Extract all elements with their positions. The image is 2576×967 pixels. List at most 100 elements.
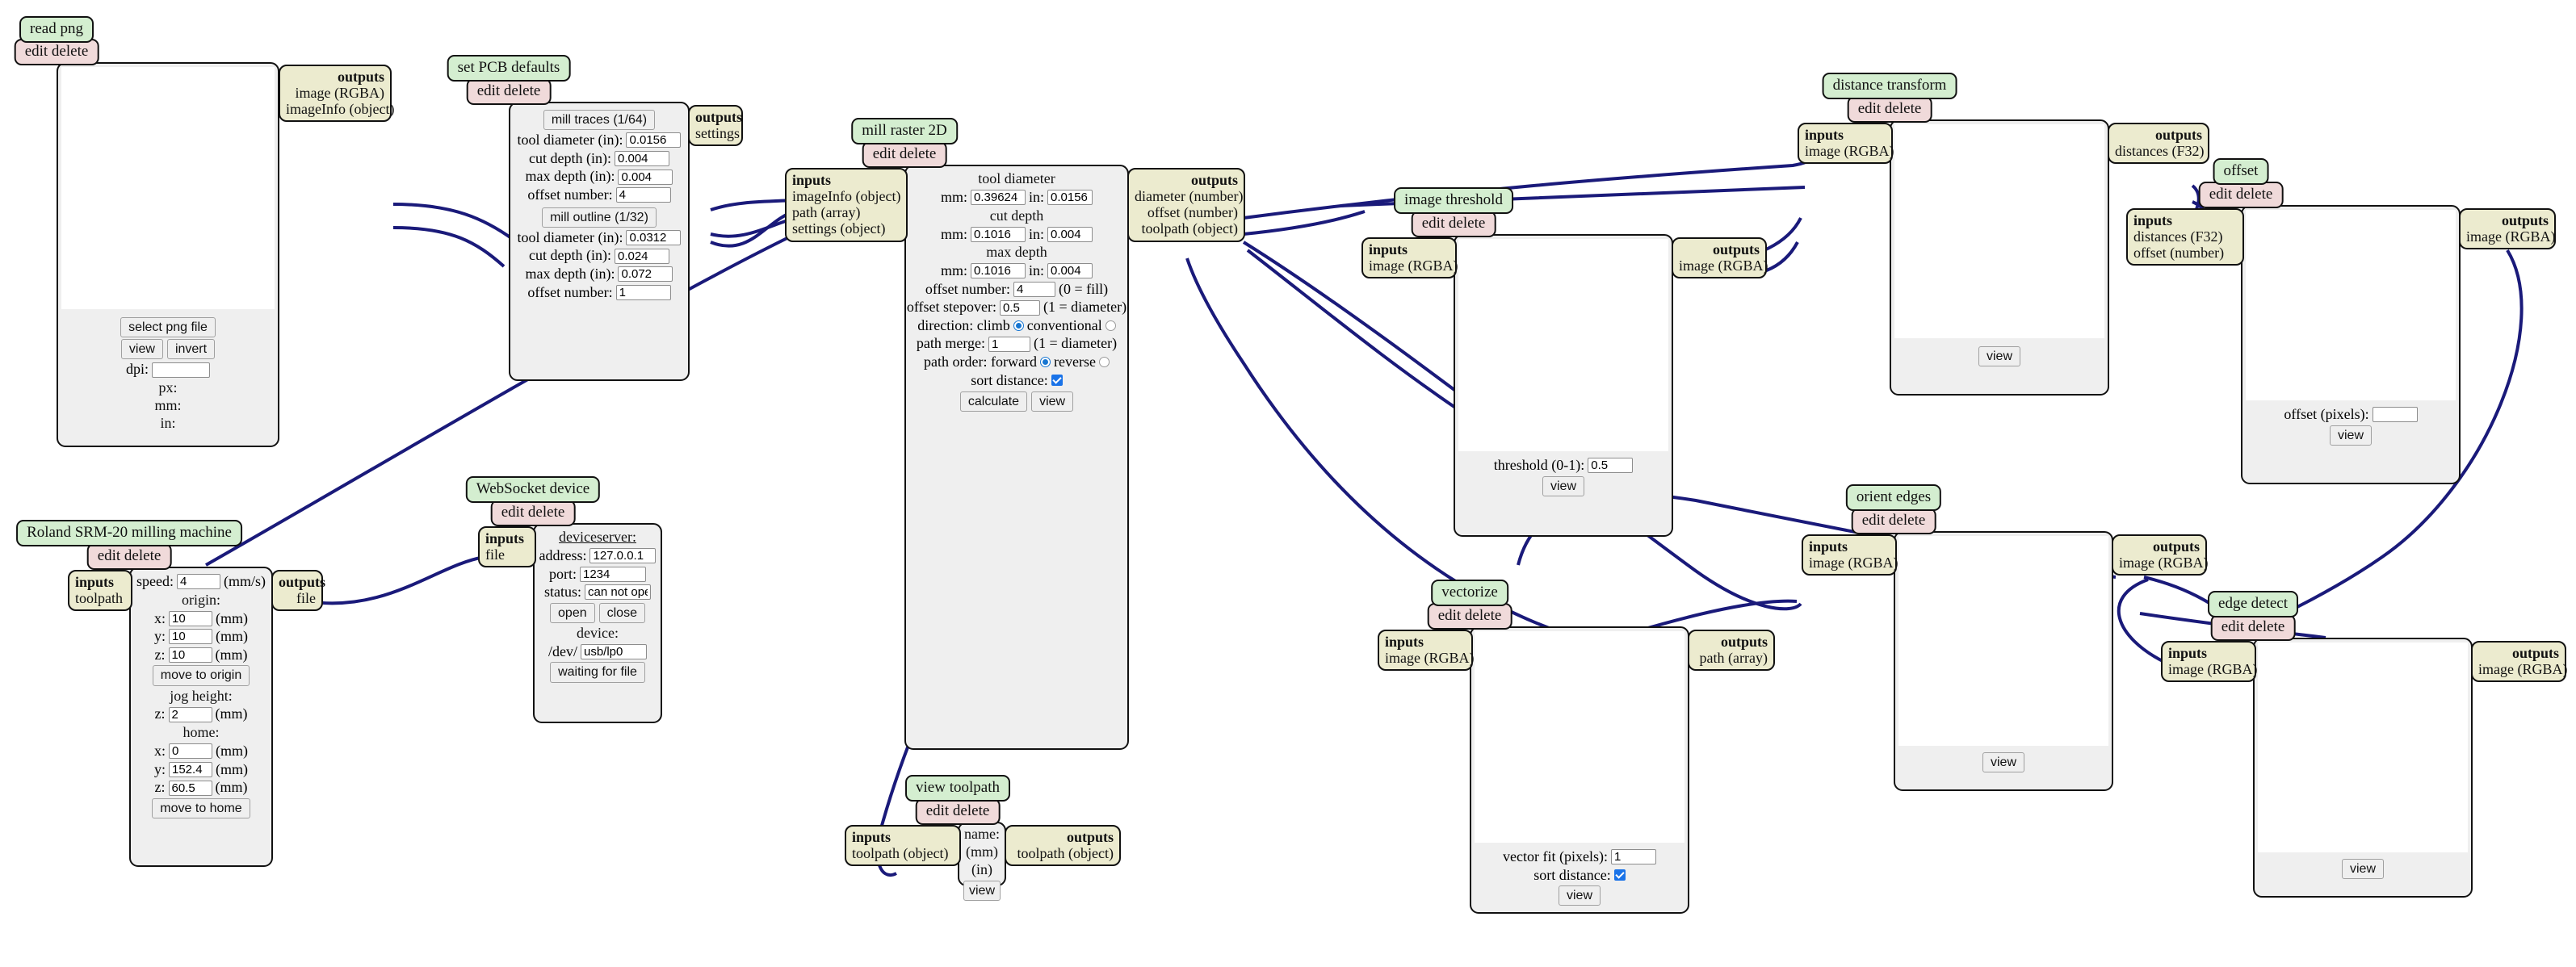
output-port-diameter[interactable]: diameter (number) bbox=[1135, 188, 1243, 204]
path-order-forward-radio[interactable] bbox=[1039, 357, 1051, 368]
offset-stepover-input[interactable] bbox=[1000, 299, 1041, 316]
origin-x-input[interactable] bbox=[169, 610, 212, 626]
inputs-tab-roland-srm20[interactable]: inputs toolpath bbox=[68, 570, 132, 612]
max-depth-mm-input[interactable] bbox=[971, 263, 1026, 279]
inputs-tab-orient-edges[interactable]: inputs image (RGBA) bbox=[1802, 534, 1898, 576]
outputs-tab-set-pcb-defaults[interactable]: outputs settings bbox=[688, 105, 743, 147]
waiting-for-file-button[interactable]: waiting for file bbox=[550, 662, 645, 683]
invert-button[interactable]: invert bbox=[166, 339, 216, 360]
inputs-tab-image-threshold[interactable]: inputs image (RGBA) bbox=[1361, 237, 1458, 279]
view-button[interactable]: view bbox=[1978, 346, 2020, 367]
tool-diameter-mm-input[interactable] bbox=[971, 190, 1026, 206]
edit-delete-vectorize[interactable]: edit delete bbox=[1427, 603, 1512, 630]
inputs-tab-edge-detect[interactable]: inputs image (RGBA) bbox=[2161, 641, 2257, 683]
tool-diameter-in-input[interactable] bbox=[1047, 190, 1093, 206]
output-port-imageinfo[interactable]: imageInfo (object) bbox=[286, 101, 394, 117]
outputs-tab-mill-raster-2d[interactable]: outputs diameter (number) offset (number… bbox=[1127, 168, 1245, 242]
edit-delete-view-toolpath[interactable]: edit delete bbox=[915, 798, 1001, 825]
inputs-tab-distance-transform[interactable]: inputs image (RGBA) bbox=[1798, 123, 1894, 165]
speed-input[interactable] bbox=[176, 574, 220, 590]
cut-depth-mm-input[interactable] bbox=[971, 226, 1026, 242]
output-port-file[interactable]: file bbox=[279, 590, 316, 606]
direction-conventional-radio[interactable] bbox=[1105, 320, 1116, 332]
edit-delete-image-threshold[interactable]: edit delete bbox=[1411, 211, 1496, 237]
output-port-offset[interactable]: offset (number) bbox=[1135, 204, 1238, 220]
offset-number-input[interactable] bbox=[1013, 281, 1055, 297]
edit-delete-offset[interactable]: edit delete bbox=[2198, 182, 2284, 208]
outputs-tab-offset[interactable]: outputs image (RGBA) bbox=[2459, 208, 2556, 250]
input-port-imageinfo[interactable]: imageInfo (object) bbox=[792, 188, 900, 204]
traces-offset-number-input[interactable] bbox=[615, 187, 671, 203]
output-port-image[interactable]: image (RGBA) bbox=[2119, 555, 2208, 571]
outputs-tab-orient-edges[interactable]: outputs image (RGBA) bbox=[2112, 534, 2208, 576]
mill-outline-button[interactable]: mill outline (1/32) bbox=[542, 207, 657, 228]
node-graph-canvas[interactable]: read png edit delete select png file vie… bbox=[0, 0, 2576, 967]
offset-pixels-input[interactable] bbox=[2372, 407, 2418, 423]
path-merge-input[interactable] bbox=[988, 336, 1031, 352]
outline-max-depth-input[interactable] bbox=[618, 266, 673, 283]
move-to-origin-button[interactable]: move to origin bbox=[152, 665, 250, 686]
sort-distance-checkbox[interactable] bbox=[1051, 375, 1063, 387]
view-button[interactable]: view bbox=[2329, 425, 2372, 446]
vector-fit-input[interactable] bbox=[1610, 849, 1656, 865]
outputs-tab-edge-detect[interactable]: outputs image (RGBA) bbox=[2471, 641, 2567, 683]
home-y-input[interactable] bbox=[169, 761, 212, 777]
threshold-input[interactable] bbox=[1588, 458, 1634, 474]
sort-distance-checkbox[interactable] bbox=[1613, 869, 1626, 881]
outputs-tab-read-png[interactable]: outputs image (RGBA) imageInfo (object) bbox=[279, 65, 394, 123]
traces-cut-depth-input[interactable] bbox=[614, 151, 669, 167]
edit-delete-read-png[interactable]: edit delete bbox=[14, 39, 99, 65]
input-port-file[interactable]: file bbox=[485, 546, 529, 563]
input-port-distances[interactable]: distances (F32) bbox=[2133, 228, 2237, 245]
inputs-tab-view-toolpath[interactable]: inputs toolpath (object) bbox=[845, 825, 961, 867]
edit-delete-distance-transform[interactable]: edit delete bbox=[1847, 96, 1932, 123]
input-port-image[interactable]: image (RGBA) bbox=[1805, 143, 1894, 159]
origin-y-input[interactable] bbox=[169, 629, 212, 645]
inputs-tab-offset[interactable]: inputs distances (F32) offset (number) bbox=[2126, 208, 2244, 266]
dpi-input[interactable] bbox=[152, 362, 210, 378]
edit-delete-edge-detect[interactable]: edit delete bbox=[2210, 614, 2296, 641]
view-button[interactable]: view bbox=[120, 339, 163, 360]
outputs-tab-vectorize[interactable]: outputs path (array) bbox=[1688, 630, 1775, 672]
input-port-toolpath[interactable]: toolpath (object) bbox=[852, 845, 954, 861]
close-button[interactable]: close bbox=[598, 602, 645, 623]
output-port-image[interactable]: image (RGBA) bbox=[2466, 228, 2555, 245]
output-port-image[interactable]: image (RGBA) bbox=[286, 85, 384, 101]
edit-delete-set-pcb-defaults[interactable]: edit delete bbox=[466, 78, 552, 105]
view-button[interactable]: view bbox=[1031, 391, 1074, 412]
outputs-tab-roland-srm20[interactable]: outputs file bbox=[271, 570, 325, 612]
outline-cut-depth-input[interactable] bbox=[614, 248, 669, 264]
path-order-reverse-radio[interactable] bbox=[1098, 357, 1110, 368]
home-x-input[interactable] bbox=[169, 743, 212, 760]
mill-traces-button[interactable]: mill traces (1/64) bbox=[543, 110, 656, 131]
direction-climb-radio[interactable] bbox=[1013, 320, 1024, 332]
max-depth-in-input[interactable] bbox=[1047, 263, 1093, 279]
view-button[interactable]: view bbox=[1542, 475, 1584, 496]
jog-z-input[interactable] bbox=[168, 706, 212, 722]
device-path-input[interactable] bbox=[581, 644, 647, 660]
inputs-tab-websocket-device[interactable]: inputs file bbox=[478, 526, 536, 568]
edit-delete-websocket-device[interactable]: edit delete bbox=[490, 500, 576, 526]
output-port-toolpath[interactable]: toolpath (object) bbox=[1012, 845, 1114, 861]
outline-tool-diameter-input[interactable] bbox=[626, 230, 682, 246]
status-input[interactable] bbox=[585, 584, 651, 601]
view-button[interactable]: view bbox=[963, 880, 1001, 902]
view-button[interactable]: view bbox=[2341, 859, 2384, 880]
inputs-tab-mill-raster-2d[interactable]: inputs imageInfo (object) path (array) s… bbox=[785, 168, 908, 242]
open-button[interactable]: open bbox=[550, 602, 595, 623]
home-z-input[interactable] bbox=[168, 780, 212, 796]
view-button[interactable]: view bbox=[1982, 752, 2024, 773]
outputs-tab-distance-transform[interactable]: outputs distances (F32) bbox=[2108, 123, 2209, 165]
output-port-distances[interactable]: distances (F32) bbox=[2115, 143, 2204, 159]
move-to-home-button[interactable]: move to home bbox=[152, 797, 250, 818]
select-png-file-button[interactable]: select png file bbox=[120, 317, 216, 338]
input-port-image[interactable]: image (RGBA) bbox=[1385, 650, 1474, 666]
traces-tool-diameter-input[interactable] bbox=[626, 132, 682, 149]
origin-z-input[interactable] bbox=[168, 647, 212, 664]
input-port-image[interactable]: image (RGBA) bbox=[1369, 257, 1458, 274]
view-button[interactable]: view bbox=[1558, 885, 1601, 906]
input-port-image[interactable]: image (RGBA) bbox=[2168, 661, 2257, 677]
cut-depth-in-input[interactable] bbox=[1047, 226, 1093, 242]
address-input[interactable] bbox=[589, 548, 657, 564]
output-port-image[interactable]: image (RGBA) bbox=[1679, 257, 1768, 274]
